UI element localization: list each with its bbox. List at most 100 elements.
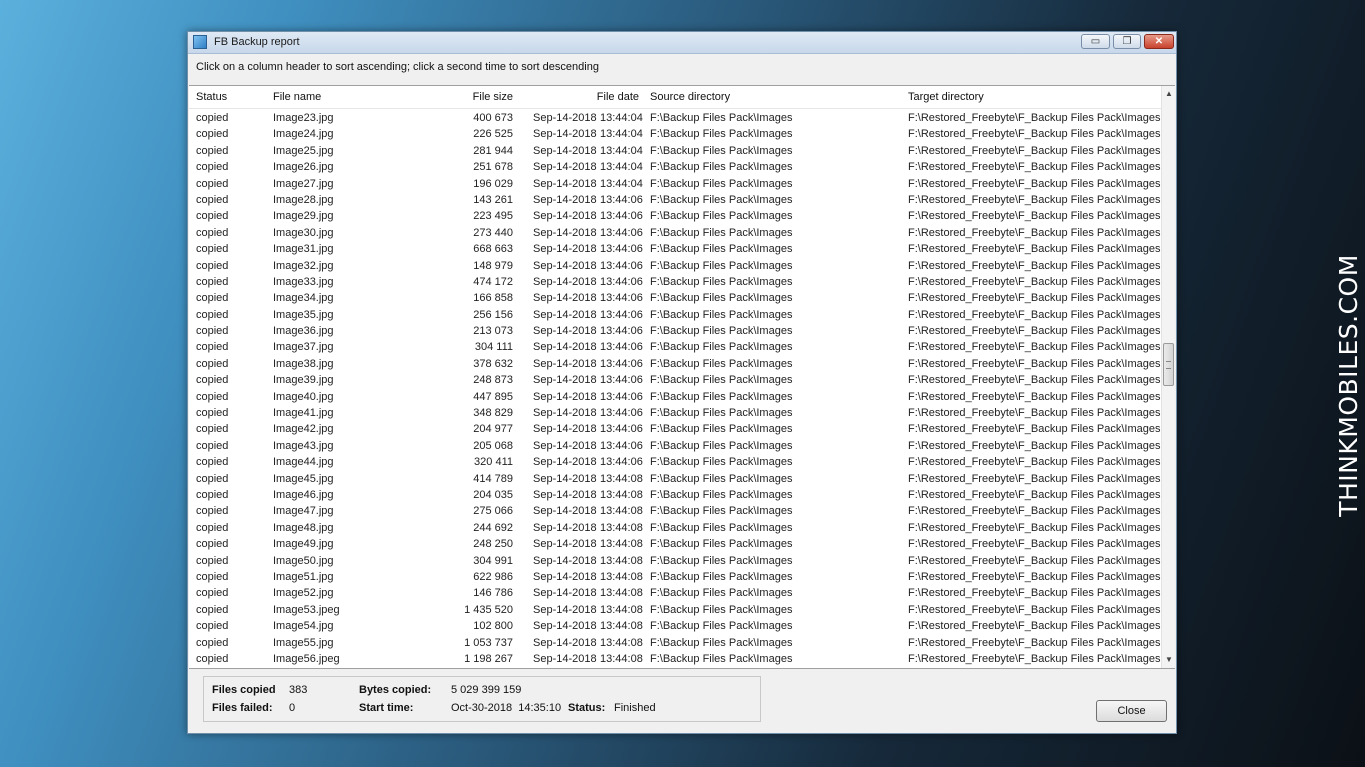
table-row[interactable]: copied Image29.jpg 223 495 Sep-14-2018 13:44… (189, 208, 1161, 224)
table-row[interactable]: copied Image48.jpg 244 692 Sep-14-2018 13:44… (189, 520, 1161, 536)
cell-target-directory: F:\Restored_Freebyte\F_Backup Files Pack… (908, 210, 1161, 223)
cell-source-directory: F:\Backup Files Pack\Images (650, 112, 793, 124)
cell-file-name: Image55.jpg (273, 636, 334, 649)
app-icon (193, 35, 207, 49)
cell-source-directory: F:\Backup Files Pack\Images (650, 259, 793, 272)
scroll-down-arrow-icon[interactable]: ▼ (1162, 652, 1175, 668)
report-list: Status File name File size File date Sou… (189, 85, 1175, 669)
cell-source-directory: F:\Backup Files Pack\Images (650, 243, 793, 256)
cell-file-name: Image27.jpg (273, 177, 334, 190)
cell-file-name: Image53.jpeg (273, 603, 340, 616)
table-row[interactable]: copied Image46.jpg 204 035 Sep-14-2018 13:44… (189, 487, 1161, 503)
table-row[interactable]: copied Image43.jpg 205 068 Sep-14-2018 13:44… (189, 438, 1161, 454)
table-row[interactable]: copied Image50.jpg 304 991 Sep-14-2018 13:44… (189, 553, 1161, 569)
cell-status: copied (196, 472, 229, 485)
cell-file-date: Sep-14-2018 (533, 620, 597, 633)
table-row[interactable]: copied Image44.jpg 320 411 Sep-14-2018 13:44… (189, 454, 1161, 470)
cell-file-time: 13:44:04 (600, 128, 643, 141)
cell-source-directory: F:\Backup Files Pack\Images (650, 603, 793, 616)
cell-status: copied (196, 308, 229, 321)
cell-status: copied (196, 570, 229, 583)
table-row[interactable]: copied Image23.jpg 400 673 Sep-14-2018 13:44… (189, 110, 1161, 126)
cell-file-time: 13:44:08 (600, 554, 643, 567)
cell-file-size: 148 979 (473, 259, 513, 272)
cell-file-name: Image30.jpg (273, 226, 334, 239)
cell-file-date: Sep-14-2018 (533, 423, 597, 436)
cell-file-time: 13:44:06 (600, 210, 643, 223)
cell-file-date: Sep-14-2018 (533, 259, 597, 272)
cell-target-directory: F:\Restored_Freebyte\F_Backup Files Pack… (908, 488, 1161, 501)
table-row[interactable]: copied Image56.jpeg 1 198 267 Sep-14-2018 13… (189, 651, 1161, 667)
column-header-file-size[interactable]: File size (419, 86, 513, 108)
title-bar[interactable]: FB Backup report ▭ ❐ ✕ (188, 32, 1176, 54)
table-row[interactable]: copied Image24.jpg 226 525 Sep-14-2018 13:44… (189, 126, 1161, 142)
table-row[interactable]: copied Image42.jpg 204 977 Sep-14-2018 13:44… (189, 421, 1161, 437)
cell-file-size: 414 789 (473, 472, 513, 485)
cell-target-directory: F:\Restored_Freebyte\F_Backup Files Pack… (908, 636, 1161, 649)
start-time-value: Oct-30-2018 14:35:10 (451, 702, 562, 714)
cell-file-size: 248 250 (473, 538, 513, 551)
table-row[interactable]: copied Image26.jpg 251 678 Sep-14-2018 13:44… (189, 159, 1161, 175)
window-close-button[interactable]: ✕ (1144, 34, 1174, 49)
cell-status: copied (196, 390, 229, 403)
table-row[interactable]: copied Image33.jpg 474 172 Sep-14-2018 13:44… (189, 274, 1161, 290)
table-row[interactable]: copied Image47.jpg 275 066 Sep-14-2018 13:44… (189, 503, 1161, 519)
cell-source-directory: F:\Backup Files Pack\Images (650, 210, 793, 223)
cell-file-time: 13:44:06 (600, 423, 643, 436)
table-row[interactable]: copied Image45.jpg 414 789 Sep-14-2018 13:44… (189, 471, 1161, 487)
vertical-scrollbar[interactable]: ▲ ▼ (1161, 86, 1175, 668)
table-row[interactable]: copied Image32.jpg 148 979 Sep-14-2018 13:44… (189, 258, 1161, 274)
table-row[interactable]: copied Image53.jpeg 1 435 520 Sep-14-2018 13… (189, 602, 1161, 618)
cell-source-directory: F:\Backup Files Pack\Images (650, 538, 793, 551)
maximize-button[interactable]: ❐ (1113, 34, 1141, 49)
cell-file-name: Image44.jpg (273, 456, 334, 469)
cell-target-directory: F:\Restored_Freebyte\F_Backup Files Pack… (908, 325, 1161, 338)
table-row[interactable]: copied Image38.jpg 378 632 Sep-14-2018 13:44… (189, 356, 1161, 372)
table-row[interactable]: copied Image31.jpg 668 663 Sep-14-2018 13:44… (189, 241, 1161, 257)
table-row[interactable]: copied Image54.jpg 102 800 Sep-14-2018 13:44… (189, 618, 1161, 634)
cell-file-name: Image35.jpg (273, 308, 334, 321)
cell-status: copied (196, 456, 229, 469)
table-row[interactable]: copied Image25.jpg 281 944 Sep-14-2018 13:44… (189, 143, 1161, 159)
table-row[interactable]: copied Image49.jpg 248 250 Sep-14-2018 13:44… (189, 536, 1161, 552)
minimize-button[interactable]: ▭ (1081, 34, 1110, 49)
cell-file-time: 13:44:04 (600, 177, 643, 190)
table-row[interactable]: copied Image28.jpg 143 261 Sep-14-2018 13:44… (189, 192, 1161, 208)
cell-file-time: 13:44:06 (600, 407, 643, 420)
column-header-target-directory[interactable]: Target directory (908, 86, 984, 108)
cell-status: copied (196, 243, 229, 256)
cell-file-name: Image50.jpg (273, 554, 334, 567)
table-row[interactable]: copied Image35.jpg 256 156 Sep-14-2018 13:44… (189, 307, 1161, 323)
scrollbar-thumb[interactable] (1163, 343, 1174, 386)
scroll-up-arrow-icon[interactable]: ▲ (1162, 86, 1175, 102)
table-row[interactable]: copied Image37.jpg 304 111 Sep-14-2018 13:44… (189, 339, 1161, 355)
cell-target-directory: F:\Restored_Freebyte\F_Backup Files Pack… (908, 243, 1161, 256)
cell-file-date: Sep-14-2018 (533, 308, 597, 321)
table-row[interactable]: copied Image40.jpg 447 895 Sep-14-2018 13:44… (189, 389, 1161, 405)
table-row[interactable]: copied Image52.jpg 146 786 Sep-14-2018 13:44… (189, 585, 1161, 601)
cell-target-directory: F:\Restored_Freebyte\F_Backup Files Pack… (908, 505, 1161, 518)
cell-target-directory: F:\Restored_Freebyte\F_Backup Files Pack… (908, 144, 1161, 157)
column-header-status[interactable]: Status (196, 86, 227, 108)
close-button[interactable]: Close (1096, 700, 1167, 722)
table-row[interactable]: copied Image36.jpg 213 073 Sep-14-2018 13:44… (189, 323, 1161, 339)
cell-file-time: 13:44:06 (600, 439, 643, 452)
cell-status: copied (196, 554, 229, 567)
cell-file-time: 13:44:08 (600, 570, 643, 583)
cell-file-size: 204 035 (473, 488, 513, 501)
table-row[interactable]: copied Image30.jpg 273 440 Sep-14-2018 13:44… (189, 225, 1161, 241)
column-header-file-name[interactable]: File name (273, 86, 321, 108)
table-row[interactable]: copied Image55.jpg 1 053 737 Sep-14-2018 13:… (189, 635, 1161, 651)
cell-source-directory: F:\Backup Files Pack\Images (650, 505, 793, 518)
table-row[interactable]: copied Image34.jpg 166 858 Sep-14-2018 13:44… (189, 290, 1161, 306)
table-row[interactable]: copied Image41.jpg 348 829 Sep-14-2018 13:44… (189, 405, 1161, 421)
table-row[interactable]: copied Image39.jpg 248 873 Sep-14-2018 13:44… (189, 372, 1161, 388)
status-label: Status: (568, 702, 606, 714)
table-row[interactable]: copied Image51.jpg 622 986 Sep-14-2018 13:44… (189, 569, 1161, 585)
column-header-file-date[interactable]: File date (519, 86, 639, 108)
table-row[interactable]: copied Image27.jpg 196 029 Sep-14-2018 13:44… (189, 176, 1161, 192)
column-header-source-directory[interactable]: Source directory (650, 86, 730, 108)
cell-file-name: Image52.jpg (273, 587, 334, 600)
cell-target-directory: F:\Restored_Freebyte\F_Backup Files Pack… (908, 275, 1161, 288)
cell-file-time: 13:44:08 (600, 538, 643, 551)
